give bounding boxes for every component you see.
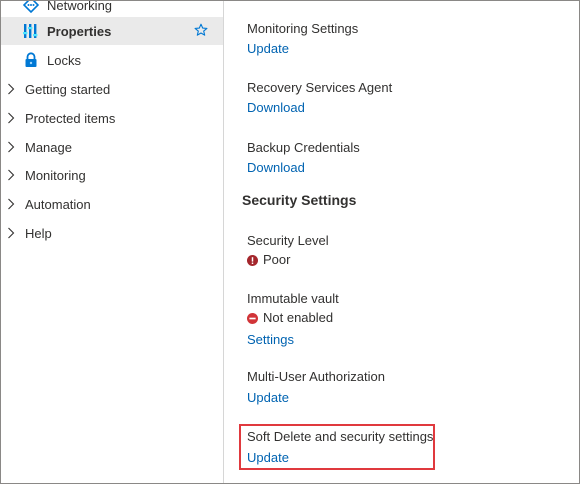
property-title: Monitoring Settings: [247, 21, 359, 36]
sidebar-item-label: Protected items: [25, 111, 116, 126]
warning-icon: [247, 254, 258, 266]
sidebar-item-protected-items[interactable]: Protected items: [1, 104, 223, 132]
chevron-right-icon: [7, 112, 15, 124]
security-level-status: Poor: [247, 252, 329, 268]
blocked-icon: [247, 312, 258, 324]
property-title: Backup Credentials: [247, 140, 360, 155]
sidebar-item-label: Locks: [47, 53, 81, 68]
immutable-vault-property: Immutable vault Not enabled Settings: [247, 291, 339, 348]
properties-icon: [23, 23, 39, 39]
lock-icon: [23, 52, 39, 68]
immutable-vault-status: Not enabled: [247, 310, 339, 326]
property-title: Soft Delete and security settings: [247, 429, 434, 444]
security-level-property: Security Level Poor: [247, 233, 329, 268]
monitoring-settings-property: Monitoring Settings Update: [247, 21, 358, 57]
networking-icon: [22, 1, 40, 14]
chevron-right-icon: [7, 227, 15, 239]
sidebar-item-getting-started[interactable]: Getting started: [1, 75, 223, 103]
sidebar-item-label: Manage: [25, 140, 72, 155]
recovery-agent-download-link[interactable]: Download: [247, 100, 392, 116]
star-icon[interactable]: [194, 23, 208, 37]
property-title: Immutable vault: [247, 291, 339, 306]
chevron-right-icon: [7, 83, 15, 95]
mua-update-link[interactable]: Update: [247, 390, 385, 406]
sidebar-item-label: Properties: [47, 24, 112, 39]
sidebar: Networking Properties Locks Getting star…: [1, 1, 224, 483]
sidebar-item-locks[interactable]: Locks: [1, 46, 223, 74]
properties-panel: Monitoring Settings Update Recovery Serv…: [224, 1, 579, 483]
sidebar-item-label: Getting started: [25, 82, 111, 97]
mua-property: Multi-User Authorization Update: [247, 369, 385, 406]
sidebar-item-label: Monitoring: [25, 168, 86, 183]
chevron-right-icon: [7, 141, 15, 153]
sidebar-item-monitoring[interactable]: Monitoring: [1, 161, 223, 189]
sidebar-item-properties[interactable]: Properties: [1, 17, 223, 45]
window-frame: Networking Properties Locks Getting star…: [0, 0, 580, 484]
sidebar-item-automation[interactable]: Automation: [1, 190, 223, 218]
property-title: Recovery Services Agent: [247, 80, 393, 95]
sidebar-item-label: Networking: [47, 0, 113, 13]
status-text: Poor: [263, 252, 291, 267]
property-title: Security Level: [247, 233, 329, 248]
status-text: Not enabled: [263, 310, 334, 325]
sidebar-item-label: Automation: [25, 197, 91, 212]
immutable-vault-settings-link[interactable]: Settings: [247, 332, 339, 348]
soft-delete-property: Soft Delete and security settings Update: [247, 429, 433, 466]
backup-credentials-property: Backup Credentials Download: [247, 140, 360, 176]
sidebar-item-help[interactable]: Help: [1, 219, 223, 247]
chevron-right-icon: [7, 198, 15, 210]
sidebar-item-label: Help: [25, 226, 52, 241]
soft-delete-update-link[interactable]: Update: [247, 450, 433, 466]
monitoring-settings-update-link[interactable]: Update: [247, 41, 358, 57]
sidebar-item-manage[interactable]: Manage: [1, 133, 223, 161]
chevron-right-icon: [7, 169, 15, 181]
backup-credentials-download-link[interactable]: Download: [247, 160, 360, 176]
recovery-agent-property: Recovery Services Agent Download: [247, 80, 392, 116]
security-settings-heading: Security Settings: [242, 192, 357, 208]
property-title: Multi-User Authorization: [247, 369, 385, 384]
